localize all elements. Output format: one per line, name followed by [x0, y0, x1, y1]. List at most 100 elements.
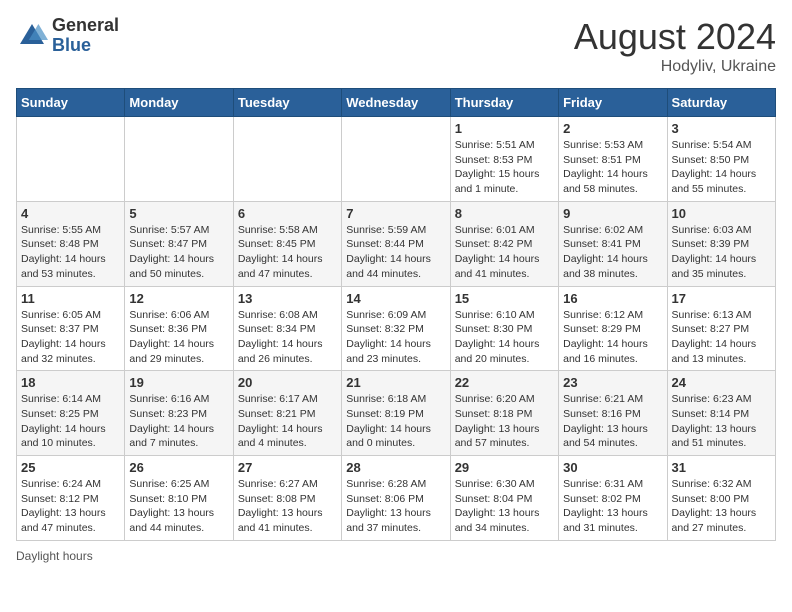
day-number: 10 — [672, 206, 771, 221]
calendar-week-row: 25 Sunrise: 6:24 AM Sunset: 8:12 PM Dayli… — [17, 456, 776, 541]
calendar-cell: 31Sunrise: 6:32 AM Sunset: 8:00 PM Dayli… — [667, 456, 775, 541]
day-info: Sunrise: 6:24 AM Sunset: 8:12 PM Dayligh… — [21, 477, 120, 536]
day-info: Sunrise: 5:55 AM Sunset: 8:48 PM Dayligh… — [21, 223, 120, 282]
calendar-cell: 15Sunrise: 6:10 AM Sunset: 8:30 PM Dayli… — [450, 286, 558, 371]
day-info: Sunrise: 6:12 AM Sunset: 8:29 PM Dayligh… — [563, 308, 662, 367]
day-number: 17 — [672, 291, 771, 306]
day-number: 8 — [455, 206, 554, 221]
calendar-cell: 4 Sunrise: 5:55 AM Sunset: 8:48 PM Daylig… — [17, 201, 125, 286]
logo: General Blue — [16, 16, 119, 56]
calendar-cell: 9 Sunrise: 6:02 AM Sunset: 8:41 PM Daylig… — [559, 201, 667, 286]
day-info: Sunrise: 5:51 AM Sunset: 8:53 PM Dayligh… — [455, 138, 554, 197]
day-info: Sunrise: 6:10 AM Sunset: 8:30 PM Dayligh… — [455, 308, 554, 367]
day-info: Sunrise: 6:08 AM Sunset: 8:34 PM Dayligh… — [238, 308, 337, 367]
day-number: 1 — [455, 121, 554, 136]
calendar-day-header: Sunday — [17, 89, 125, 117]
calendar-cell: 1 Sunrise: 5:51 AM Sunset: 8:53 PM Daylig… — [450, 117, 558, 202]
calendar-cell: 20 Sunrise: 6:17 AM Sunset: 8:21 PM Dayli… — [233, 371, 341, 456]
day-number: 27 — [238, 460, 337, 475]
calendar-cell: 14Sunrise: 6:09 AM Sunset: 8:32 PM Dayli… — [342, 286, 450, 371]
day-info: Sunrise: 6:13 AM Sunset: 8:27 PM Dayligh… — [672, 308, 771, 367]
calendar-cell: 27 Sunrise: 6:27 AM Sunset: 8:08 PM Dayli… — [233, 456, 341, 541]
logo-icon — [16, 20, 48, 52]
calendar-cell: 2 Sunrise: 5:53 AM Sunset: 8:51 PM Daylig… — [559, 117, 667, 202]
calendar-cell: 13 Sunrise: 6:08 AM Sunset: 8:34 PM Dayli… — [233, 286, 341, 371]
calendar-cell: 17 Sunrise: 6:13 AM Sunset: 8:27 PM Dayli… — [667, 286, 775, 371]
calendar-cell: 28Sunrise: 6:28 AM Sunset: 8:06 PM Dayli… — [342, 456, 450, 541]
calendar-cell: 7 Sunrise: 5:59 AM Sunset: 8:44 PM Daylig… — [342, 201, 450, 286]
day-number: 18 — [21, 375, 120, 390]
day-number: 11 — [21, 291, 120, 306]
day-info: Sunrise: 6:17 AM Sunset: 8:21 PM Dayligh… — [238, 392, 337, 451]
day-number: 30 — [563, 460, 662, 475]
calendar-cell — [125, 117, 233, 202]
day-info: Sunrise: 6:01 AM Sunset: 8:42 PM Dayligh… — [455, 223, 554, 282]
day-info: Sunrise: 5:58 AM Sunset: 8:45 PM Dayligh… — [238, 223, 337, 282]
day-number: 25 — [21, 460, 120, 475]
day-info: Sunrise: 6:28 AM Sunset: 8:06 PM Dayligh… — [346, 477, 445, 536]
day-number: 21 — [346, 375, 445, 390]
day-info: Sunrise: 6:06 AM Sunset: 8:36 PM Dayligh… — [129, 308, 228, 367]
day-info: Sunrise: 5:59 AM Sunset: 8:44 PM Dayligh… — [346, 223, 445, 282]
calendar-day-header: Monday — [125, 89, 233, 117]
day-number: 13 — [238, 291, 337, 306]
day-info: Sunrise: 6:05 AM Sunset: 8:37 PM Dayligh… — [21, 308, 120, 367]
calendar-cell: 6 Sunrise: 5:58 AM Sunset: 8:45 PM Daylig… — [233, 201, 341, 286]
day-info: Sunrise: 6:21 AM Sunset: 8:16 PM Dayligh… — [563, 392, 662, 451]
calendar-cell: 22 Sunrise: 6:20 AM Sunset: 8:18 PM Dayli… — [450, 371, 558, 456]
day-number: 9 — [563, 206, 662, 221]
month-year-title: August 2024 — [574, 16, 776, 58]
logo-general-text: General — [52, 15, 119, 35]
calendar-cell — [342, 117, 450, 202]
day-number: 23 — [563, 375, 662, 390]
calendar-day-header: Wednesday — [342, 89, 450, 117]
day-info: Sunrise: 6:27 AM Sunset: 8:08 PM Dayligh… — [238, 477, 337, 536]
calendar-cell: 19 Sunrise: 6:16 AM Sunset: 8:23 PM Dayli… — [125, 371, 233, 456]
calendar-table: SundayMondayTuesdayWednesdayThursdayFrid… — [16, 88, 776, 541]
calendar-cell: 11 Sunrise: 6:05 AM Sunset: 8:37 PM Dayli… — [17, 286, 125, 371]
day-info: Sunrise: 6:16 AM Sunset: 8:23 PM Dayligh… — [129, 392, 228, 451]
title-block: August 2024 Hodyliv, Ukraine — [574, 16, 776, 76]
calendar-day-header: Friday — [559, 89, 667, 117]
calendar-cell — [17, 117, 125, 202]
day-info: Sunrise: 6:31 AM Sunset: 8:02 PM Dayligh… — [563, 477, 662, 536]
day-number: 7 — [346, 206, 445, 221]
calendar-day-header: Thursday — [450, 89, 558, 117]
calendar-day-header: Saturday — [667, 89, 775, 117]
calendar-header-row: SundayMondayTuesdayWednesdayThursdayFrid… — [17, 89, 776, 117]
day-number: 6 — [238, 206, 337, 221]
calendar-cell: 23 Sunrise: 6:21 AM Sunset: 8:16 PM Dayli… — [559, 371, 667, 456]
day-number: 4 — [21, 206, 120, 221]
calendar-cell: 25 Sunrise: 6:24 AM Sunset: 8:12 PM Dayli… — [17, 456, 125, 541]
page-header: General Blue August 2024 Hodyliv, Ukrain… — [16, 16, 776, 76]
footer-note: Daylight hours — [16, 549, 776, 563]
calendar-day-header: Tuesday — [233, 89, 341, 117]
calendar-cell: 10Sunrise: 6:03 AM Sunset: 8:39 PM Dayli… — [667, 201, 775, 286]
calendar-cell: 21Sunrise: 6:18 AM Sunset: 8:19 PM Dayli… — [342, 371, 450, 456]
day-number: 14 — [346, 291, 445, 306]
calendar-cell: 18Sunrise: 6:14 AM Sunset: 8:25 PM Dayli… — [17, 371, 125, 456]
calendar-week-row: 11 Sunrise: 6:05 AM Sunset: 8:37 PM Dayli… — [17, 286, 776, 371]
day-info: Sunrise: 6:30 AM Sunset: 8:04 PM Dayligh… — [455, 477, 554, 536]
calendar-cell: 12Sunrise: 6:06 AM Sunset: 8:36 PM Dayli… — [125, 286, 233, 371]
day-info: Sunrise: 6:32 AM Sunset: 8:00 PM Dayligh… — [672, 477, 771, 536]
logo-blue-text: Blue — [52, 35, 91, 55]
day-info: Sunrise: 6:23 AM Sunset: 8:14 PM Dayligh… — [672, 392, 771, 451]
day-number: 16 — [563, 291, 662, 306]
day-number: 5 — [129, 206, 228, 221]
day-info: Sunrise: 6:02 AM Sunset: 8:41 PM Dayligh… — [563, 223, 662, 282]
day-info: Sunrise: 5:53 AM Sunset: 8:51 PM Dayligh… — [563, 138, 662, 197]
day-number: 19 — [129, 375, 228, 390]
calendar-cell: 30 Sunrise: 6:31 AM Sunset: 8:02 PM Dayli… — [559, 456, 667, 541]
day-number: 3 — [672, 121, 771, 136]
day-number: 2 — [563, 121, 662, 136]
day-number: 22 — [455, 375, 554, 390]
calendar-cell: 8 Sunrise: 6:01 AM Sunset: 8:42 PM Daylig… — [450, 201, 558, 286]
calendar-week-row: 18Sunrise: 6:14 AM Sunset: 8:25 PM Dayli… — [17, 371, 776, 456]
day-number: 20 — [238, 375, 337, 390]
day-number: 26 — [129, 460, 228, 475]
calendar-cell: 5Sunrise: 5:57 AM Sunset: 8:47 PM Daylig… — [125, 201, 233, 286]
calendar-week-row: 1 Sunrise: 5:51 AM Sunset: 8:53 PM Daylig… — [17, 117, 776, 202]
day-info: Sunrise: 6:20 AM Sunset: 8:18 PM Dayligh… — [455, 392, 554, 451]
calendar-week-row: 4 Sunrise: 5:55 AM Sunset: 8:48 PM Daylig… — [17, 201, 776, 286]
